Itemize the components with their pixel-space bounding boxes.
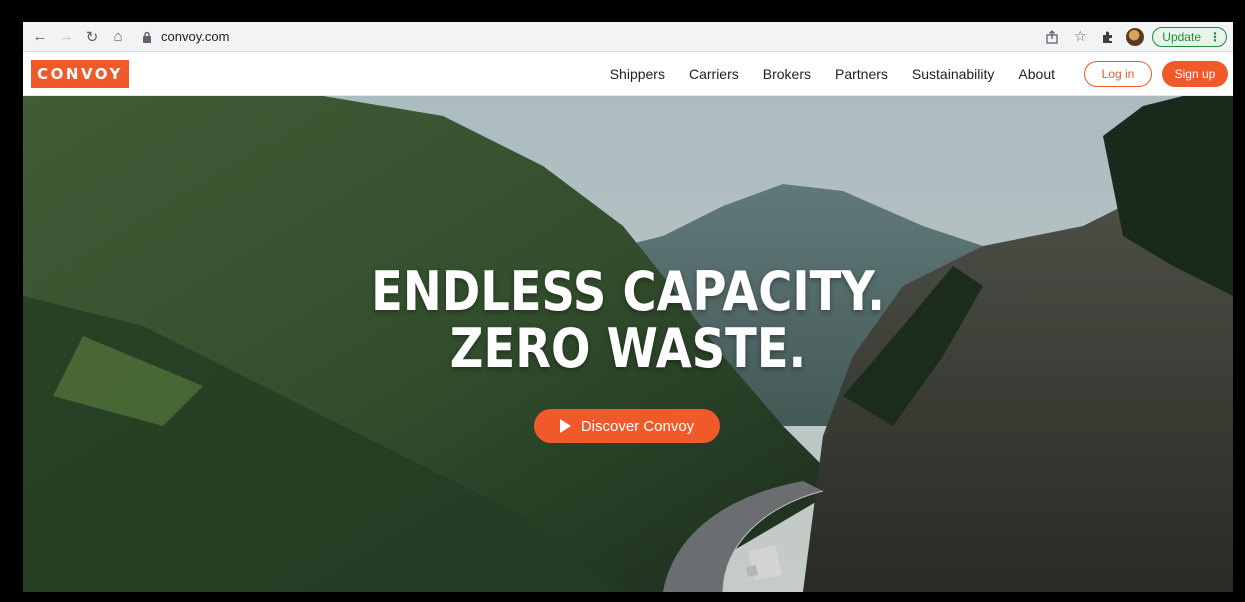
address-bar[interactable]: convoy.com [139, 25, 1043, 48]
headline-line-2: ZERO WASTE. [449, 316, 807, 380]
home-icon[interactable]: ⌂ [107, 26, 129, 48]
url-text[interactable]: convoy.com [161, 29, 229, 44]
screenshot-frame: ← → ↻ ⌂ convoy.com ☆ Update ⋮ CONVOY Shi… [6, 6, 1239, 596]
toolbar-right: ☆ Update ⋮ [1042, 26, 1227, 47]
nav-item-shippers[interactable]: Shippers [598, 66, 677, 82]
browser-toolbar: ← → ↻ ⌂ convoy.com ☆ Update ⋮ [23, 22, 1233, 52]
discover-label: Discover Convoy [580, 417, 695, 435]
signup-button[interactable]: Sign up [1162, 60, 1228, 87]
share-icon[interactable] [1042, 27, 1062, 47]
play-icon [559, 419, 571, 433]
nav-item-carriers[interactable]: Carriers [677, 66, 751, 82]
nav-buttons: ← → ↻ ⌂ [29, 26, 129, 48]
convoy-logo[interactable]: CONVOY [31, 59, 129, 88]
forward-icon[interactable]: → [55, 26, 77, 48]
headline-line-1: ENDLESS CAPACITY. [371, 260, 885, 323]
main-nav: Shippers Carriers Brokers Partners Susta… [598, 66, 1067, 82]
nav-item-sustainability[interactable]: Sustainability [900, 66, 1007, 82]
discover-convoy-button[interactable]: Discover Convoy [534, 409, 720, 443]
menu-icon[interactable]: ⋮ [1209, 30, 1221, 44]
lock-icon[interactable] [139, 29, 155, 45]
update-button[interactable]: Update ⋮ [1152, 26, 1227, 47]
nav-item-partners[interactable]: Partners [823, 66, 900, 82]
star-icon[interactable]: ☆ [1070, 27, 1090, 47]
login-button[interactable]: Log in [1084, 60, 1152, 87]
hero-headline: ENDLESS CAPACITY. ZERO WASTE. [23, 260, 1233, 380]
nav-item-brokers[interactable]: Brokers [751, 66, 823, 82]
back-icon[interactable]: ← [29, 26, 51, 48]
update-label: Update [1162, 29, 1201, 44]
nav-item-about[interactable]: About [1006, 66, 1067, 82]
site-header: CONVOY Shippers Carriers Brokers Partner… [23, 52, 1233, 96]
avatar[interactable] [1126, 27, 1145, 46]
reload-icon[interactable]: ↻ [81, 26, 103, 48]
hero-section: ENDLESS CAPACITY. ZERO WASTE. Discover C… [23, 96, 1233, 592]
browser-window: ← → ↻ ⌂ convoy.com ☆ Update ⋮ CONVOY Shi… [23, 22, 1233, 592]
extensions-icon[interactable] [1098, 27, 1118, 47]
